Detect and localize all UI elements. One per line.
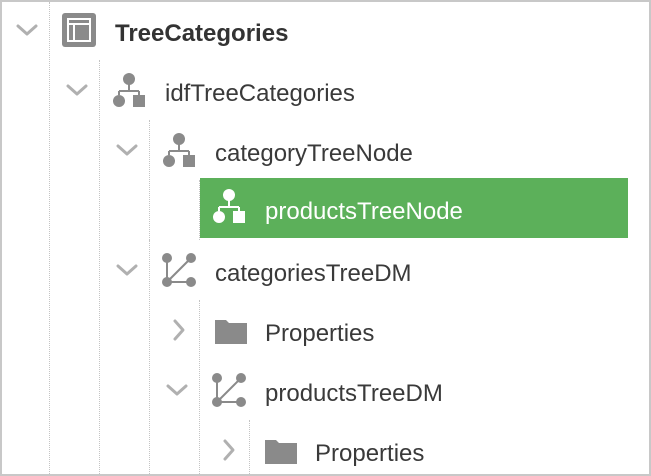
hierarchy-icon: [111, 72, 147, 108]
tree-node-label: TreeCategories: [115, 20, 289, 47]
tree-panel: TreeCategories idfTreeCategories categor…: [0, 0, 651, 476]
tree-node-label: productsTreeDM: [265, 380, 443, 407]
folder-icon: [263, 434, 299, 470]
chevron-down-icon[interactable]: [112, 255, 142, 285]
tree-node-label: categoriesTreeDM: [215, 260, 412, 287]
tree-node-productstreenode[interactable]: productsTreeNode: [2, 182, 649, 242]
chevron-right-icon[interactable]: [164, 315, 194, 345]
tree-node-categoriestreedm[interactable]: categoriesTreeDM: [2, 242, 649, 302]
chevron-right-icon[interactable]: [214, 435, 244, 465]
tree-node-categorytreenode[interactable]: categoryTreeNode: [2, 122, 649, 182]
chevron-down-icon[interactable]: [162, 375, 192, 405]
chevron-down-icon[interactable]: [112, 135, 142, 165]
tree-node-treecategories[interactable]: TreeCategories: [2, 2, 649, 62]
hierarchy-icon: [211, 188, 247, 224]
tree-node-properties[interactable]: Properties: [2, 302, 649, 362]
datamodel-icon: [211, 372, 247, 408]
hierarchy-icon: [161, 132, 197, 168]
datamodel-icon: [161, 252, 197, 288]
tree-node-productstreedm[interactable]: productsTreeDM: [2, 362, 649, 422]
tree-node-label: categoryTreeNode: [215, 140, 413, 167]
tree-node-label: idfTreeCategories: [165, 80, 355, 107]
folder-icon: [213, 314, 249, 350]
tree-node-label: Properties: [315, 440, 425, 467]
chevron-down-icon[interactable]: [12, 15, 42, 45]
tree-node-properties[interactable]: Properties: [2, 422, 649, 474]
tree-node-idftreecategories[interactable]: idfTreeCategories: [2, 62, 649, 122]
chevron-down-icon[interactable]: [62, 75, 92, 105]
tree-node-label: Properties: [265, 320, 375, 347]
panel-icon: [61, 12, 97, 48]
tree-node-label: productsTreeNode: [265, 198, 463, 225]
